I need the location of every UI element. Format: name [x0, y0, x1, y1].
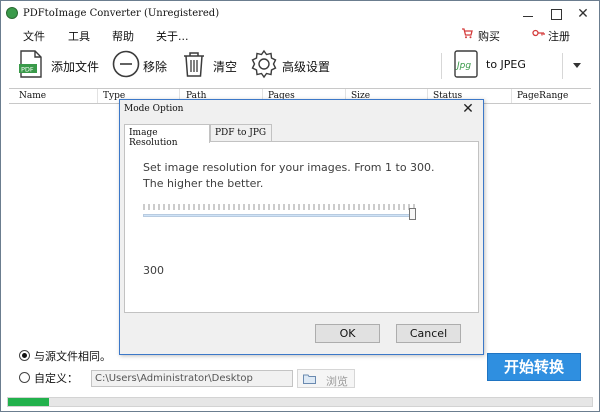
format-dropdown-arrow[interactable]: [573, 63, 581, 68]
same-as-source-radio[interactable]: [19, 350, 30, 361]
cancel-button[interactable]: Cancel: [396, 324, 461, 343]
menu-help[interactable]: 帮助: [112, 28, 134, 44]
add-file-button[interactable]: PDF 添加文件: [15, 45, 101, 85]
custom-folder-radio[interactable]: [19, 372, 30, 383]
mode-option-dialog: Mode Option ✕ Image Resolution PDF to JP…: [119, 99, 484, 355]
key-icon[interactable]: [532, 27, 545, 39]
cart-icon[interactable]: [461, 27, 473, 39]
output-format-label: to JPEG: [486, 58, 526, 71]
resolution-slider[interactable]: [143, 202, 419, 222]
slider-ticks: [143, 204, 415, 210]
resolution-value: 300: [143, 264, 164, 277]
dialog-close-icon[interactable]: ✕: [460, 101, 476, 117]
slider-track[interactable]: [143, 214, 415, 217]
toolbar-separator: [441, 53, 442, 79]
resolution-description: Set image resolution for your images. Fr…: [143, 161, 435, 190]
buy-link[interactable]: 购买: [478, 28, 500, 44]
ok-button[interactable]: OK: [315, 324, 380, 343]
same-as-source-label[interactable]: 与源文件相同。: [34, 348, 111, 364]
remove-button[interactable]: 移除: [109, 45, 171, 85]
dialog-title: Mode Option: [124, 104, 184, 114]
folder-icon: [303, 374, 316, 384]
slider-thumb[interactable]: [409, 208, 416, 220]
pdf-file-icon: PDF: [19, 50, 42, 78]
column-divider: [97, 89, 98, 103]
window-title: PDFtoImage Converter (Unregistered): [23, 8, 220, 19]
start-convert-button[interactable]: 开始转换: [487, 353, 581, 381]
register-link[interactable]: 注册: [548, 28, 570, 44]
svg-text:PDF: PDF: [21, 66, 34, 74]
image-resolution-panel: Set image resolution for your images. Fr…: [124, 141, 479, 313]
jpg-icon-text: Jpg: [455, 61, 471, 71]
maximize-button[interactable]: [547, 6, 565, 22]
tab-pdf-to-jpg[interactable]: PDF to JPG: [210, 124, 272, 142]
advanced-settings-button[interactable]: 高级设置: [249, 45, 333, 85]
progress-fill: [8, 398, 49, 406]
trash-icon: [184, 52, 204, 77]
gear-icon: [251, 49, 277, 79]
menu-bar: 文件 工具 帮助 关于... 购买 注册: [1, 27, 599, 45]
menu-tools[interactable]: 工具: [68, 28, 90, 44]
menu-file[interactable]: 文件: [23, 28, 45, 44]
jpg-file-icon: Jpg: [454, 50, 478, 78]
browse-button[interactable]: 浏览: [297, 369, 355, 388]
custom-folder-label[interactable]: 自定义：: [34, 370, 78, 386]
toolbar-separator: [562, 53, 563, 79]
output-path-field[interactable]: C:\Users\Administrator\Desktop: [91, 370, 293, 387]
progress-bar: [7, 397, 593, 407]
remove-label: 移除: [143, 60, 168, 74]
tab-image-resolution[interactable]: Image Resolution: [124, 124, 210, 148]
column-divider: [511, 89, 512, 103]
add-file-label: 添加文件: [51, 60, 100, 74]
clear-button[interactable]: 清空: [179, 45, 241, 85]
browse-label: 浏览: [326, 375, 348, 388]
advanced-settings-label: 高级设置: [282, 60, 331, 74]
close-button[interactable]: ✕: [574, 6, 592, 22]
dialog-tabs: Image Resolution PDF to JPG: [124, 124, 479, 148]
app-icon: [6, 7, 18, 19]
output-format-button[interactable]: Jpg to JPEG: [453, 45, 565, 85]
menu-about[interactable]: 关于...: [156, 28, 189, 44]
minimize-button[interactable]: [519, 6, 537, 22]
column-header-pagerange[interactable]: PageRange: [517, 91, 568, 101]
minus-circle-icon: [112, 50, 140, 78]
toolbar: PDF 添加文件 移除 清空 高级设置 Jpg to JPEG: [1, 45, 599, 87]
clear-label: 清空: [213, 60, 238, 74]
column-header-name[interactable]: Name: [19, 91, 46, 101]
title-bar[interactable]: PDFtoImage Converter (Unregistered) ✕: [1, 1, 599, 27]
